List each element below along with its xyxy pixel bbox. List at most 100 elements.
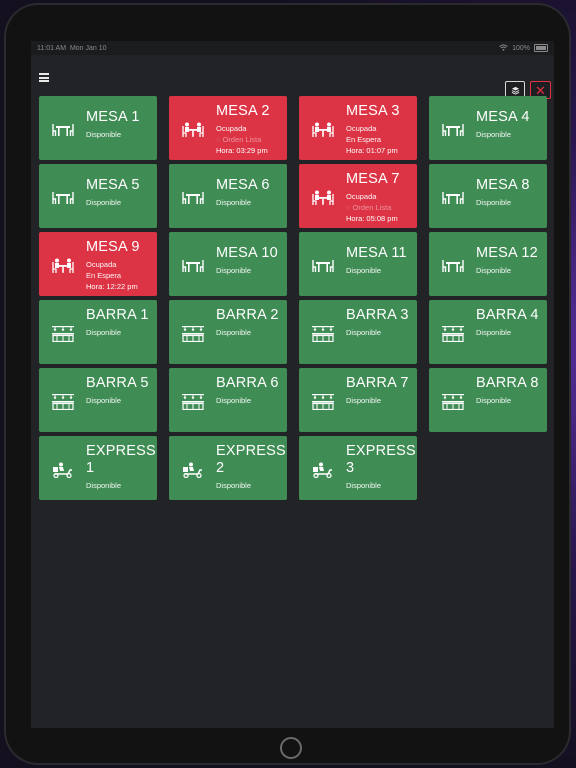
table-card-body: BARRA 1 Disponible bbox=[86, 307, 153, 337]
table-card-barra-4[interactable]: BARRA 4 Disponible bbox=[429, 300, 547, 364]
table-card-body: EXPRESS 3 Disponible bbox=[346, 443, 416, 490]
table-title: BARRA 1 bbox=[86, 307, 149, 323]
dining-table-icon bbox=[312, 258, 334, 274]
table-status: Disponible bbox=[346, 328, 382, 337]
bar-counter-icon bbox=[182, 326, 204, 343]
table-card-barra-2[interactable]: BARRA 2 Disponible bbox=[169, 300, 287, 364]
table-title: MESA 12 bbox=[476, 245, 538, 261]
table-status: Disponible bbox=[216, 198, 252, 207]
table-status: Disponible bbox=[86, 130, 122, 139]
hamburger-menu-icon[interactable] bbox=[39, 73, 49, 82]
table-card-mesa-9[interactable]: MESA 9 Ocupada En Espera Hora: 12:22 pm bbox=[39, 232, 157, 296]
table-title: MESA 10 bbox=[216, 245, 278, 261]
home-button[interactable] bbox=[280, 737, 302, 759]
order-time: Hora: 03:29 pm bbox=[216, 146, 268, 155]
table-title: BARRA 7 bbox=[346, 375, 409, 391]
table-card-body: MESA 9 Ocupada En Espera Hora: 12:22 pm bbox=[86, 239, 153, 291]
status-time: 11:01 AM bbox=[37, 44, 67, 52]
table-card-body: BARRA 6 Disponible bbox=[216, 375, 283, 405]
table-card-mesa-4[interactable]: MESA 4 Disponible bbox=[429, 96, 547, 160]
table-status: Disponible bbox=[86, 198, 122, 207]
table-card-mesa-5[interactable]: MESA 5 Disponible bbox=[39, 164, 157, 228]
table-status: Disponible bbox=[86, 396, 122, 405]
order-status: En Espera bbox=[346, 135, 382, 144]
table-title: MESA 7 bbox=[346, 171, 400, 187]
table-status: Ocupada bbox=[346, 192, 377, 201]
table-status: Disponible bbox=[476, 130, 512, 139]
table-card-mesa-8[interactable]: MESA 8 Disponible bbox=[429, 164, 547, 228]
table-card-mesa-3[interactable]: MESA 3 Ocupada En Espera Hora: 01:07 pm bbox=[299, 96, 417, 160]
table-card-barra-3[interactable]: BARRA 3 Disponible bbox=[299, 300, 417, 364]
table-title: MESA 4 bbox=[476, 109, 530, 125]
table-card-body: BARRA 8 Disponible bbox=[476, 375, 543, 405]
table-status: Disponible bbox=[216, 328, 252, 337]
order-status: ◌ Orden Lista bbox=[346, 203, 392, 212]
table-card-barra-7[interactable]: BARRA 7 Disponible bbox=[299, 368, 417, 432]
table-card-body: MESA 12 Disponible bbox=[476, 245, 543, 275]
table-status: Disponible bbox=[216, 266, 252, 275]
table-title: MESA 9 bbox=[86, 239, 140, 255]
table-title: MESA 2 bbox=[216, 103, 270, 119]
order-status: En Espera bbox=[86, 271, 122, 280]
table-title: BARRA 8 bbox=[476, 375, 539, 391]
table-card-mesa-10[interactable]: MESA 10 Disponible bbox=[169, 232, 287, 296]
table-card-express-1[interactable]: EXPRESS 1 Disponible bbox=[39, 436, 157, 500]
dining-table-icon bbox=[52, 190, 74, 206]
table-card-express-3[interactable]: EXPRESS 3 Disponible bbox=[299, 436, 417, 500]
table-title: BARRA 5 bbox=[86, 375, 149, 391]
status-date: Mon Jan 10 bbox=[69, 44, 107, 52]
tablet-frame: 11:01 AM Mon Jan 10 100% ✕ MESA 1 Dispon… bbox=[4, 3, 571, 765]
table-card-body: MESA 8 Disponible bbox=[476, 177, 543, 207]
bar-counter-icon bbox=[442, 394, 464, 411]
table-card-body: MESA 7 Ocupada ◌ Orden Lista Hora: 05:08 pm bbox=[346, 171, 413, 223]
table-card-mesa-12[interactable]: MESA 12 Disponible bbox=[429, 232, 547, 296]
people-at-table-icon bbox=[312, 122, 334, 138]
battery-icon bbox=[534, 44, 548, 52]
table-card-body: BARRA 7 Disponible bbox=[346, 375, 413, 405]
table-status: Disponible bbox=[346, 481, 382, 490]
table-card-mesa-7[interactable]: MESA 7 Ocupada ◌ Orden Lista Hora: 05:08 pm bbox=[299, 164, 417, 228]
table-status: Disponible bbox=[476, 198, 512, 207]
delivery-scooter-icon bbox=[52, 462, 74, 479]
dining-table-icon bbox=[442, 258, 464, 274]
table-title: BARRA 3 bbox=[346, 307, 409, 323]
table-card-body: BARRA 4 Disponible bbox=[476, 307, 543, 337]
table-card-mesa-6[interactable]: MESA 6 Disponible bbox=[169, 164, 287, 228]
bar-counter-icon bbox=[182, 394, 204, 411]
table-card-body: MESA 4 Disponible bbox=[476, 109, 543, 139]
table-card-barra-6[interactable]: BARRA 6 Disponible bbox=[169, 368, 287, 432]
table-title: BARRA 6 bbox=[216, 375, 279, 391]
table-title: EXPRESS 3 bbox=[346, 443, 416, 476]
order-status: ◌ Orden Lista bbox=[216, 135, 262, 144]
table-card-body: MESA 10 Disponible bbox=[216, 245, 283, 275]
table-title: MESA 8 bbox=[476, 177, 530, 193]
table-status: Disponible bbox=[346, 396, 382, 405]
table-title: MESA 11 bbox=[346, 245, 407, 261]
status-bar: 11:01 AM Mon Jan 10 100% bbox=[31, 41, 554, 55]
table-card-barra-8[interactable]: BARRA 8 Disponible bbox=[429, 368, 547, 432]
table-status: Disponible bbox=[86, 328, 122, 337]
table-card-body: MESA 2 Ocupada ◌ Orden Lista Hora: 03:29 pm bbox=[216, 103, 283, 155]
table-card-mesa-2[interactable]: MESA 2 Ocupada ◌ Orden Lista Hora: 03:29 pm bbox=[169, 96, 287, 160]
bar-counter-icon bbox=[312, 394, 334, 411]
table-card-body: MESA 3 Ocupada En Espera Hora: 01:07 pm bbox=[346, 103, 413, 155]
delivery-scooter-icon bbox=[312, 462, 334, 479]
table-card-mesa-11[interactable]: MESA 11 Disponible bbox=[299, 232, 417, 296]
table-status: Disponible bbox=[346, 266, 382, 275]
table-title: MESA 6 bbox=[216, 177, 270, 193]
table-title: MESA 5 bbox=[86, 177, 140, 193]
table-status: Ocupada bbox=[346, 124, 377, 133]
delivery-scooter-icon bbox=[182, 462, 204, 479]
order-time: Hora: 05:08 pm bbox=[346, 214, 398, 223]
dining-table-icon bbox=[442, 122, 464, 138]
table-card-barra-5[interactable]: BARRA 5 Disponible bbox=[39, 368, 157, 432]
close-icon: ✕ bbox=[535, 82, 546, 98]
layers-icon bbox=[511, 86, 519, 95]
bar-counter-icon bbox=[52, 394, 74, 411]
table-card-mesa-1[interactable]: MESA 1 Disponible bbox=[39, 96, 157, 160]
table-status: Disponible bbox=[476, 328, 512, 337]
table-card-body: MESA 6 Disponible bbox=[216, 177, 283, 207]
table-card-express-2[interactable]: EXPRESS 2 Disponible bbox=[169, 436, 287, 500]
top-bar: ✕ bbox=[31, 55, 554, 99]
table-card-barra-1[interactable]: BARRA 1 Disponible bbox=[39, 300, 157, 364]
